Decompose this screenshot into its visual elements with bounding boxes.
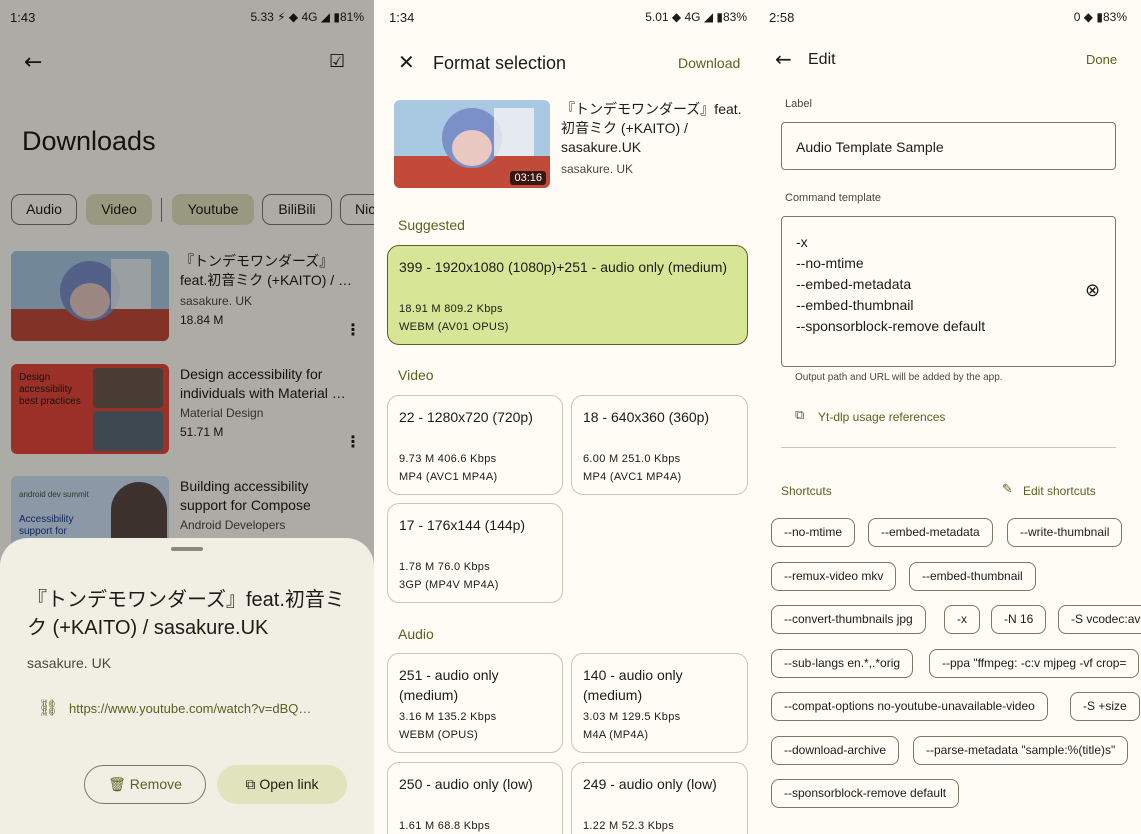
shortcut-chip[interactable]: --parse-metadata "sample:%(title)s" [913,736,1129,765]
command-line: -x [796,234,808,250]
status-indicators: 0 ◆ ▮83% [1073,10,1127,24]
format-card[interactable]: 22 - 1280x720 (720p) 9.73 M 406.6 Kbps M… [387,395,563,495]
status-bar: 2:58 0 ◆ ▮83% [761,0,1141,34]
status-time: 1:34 [389,10,415,25]
helper-text: Output path and URL will be added by the… [795,372,1003,383]
open-link-button[interactable]: ⧉ Open link [217,765,347,804]
format-card[interactable]: 18 - 640x360 (360p) 6.00 M 251.0 Kbps MP… [571,395,748,495]
done-button[interactable]: Done [1086,52,1117,67]
format-title: 18 - 640x360 (360p) [583,409,710,425]
back-arrow-icon[interactable]: ← [775,49,792,69]
status-bar: 1:34 5.01 ◆ 4G ◢ ▮83% [374,0,761,34]
format-codec: MP4 (AVC1 MP4A) [583,471,682,483]
command-text: -x --no-mtime --embed-metadata --embed-t… [796,232,985,337]
format-codec: MP4 (AVC1 MP4A) [399,471,498,483]
format-card[interactable]: 140 - audio only (medium) 3.03 M 129.5 K… [571,653,748,753]
section-video: Video [398,367,434,383]
shortcuts-header: Shortcuts [781,484,832,498]
link-icon: ⛓ [38,698,59,717]
section-suggested: Suggested [398,217,465,233]
shortcut-chip[interactable]: -S +size [1070,692,1140,721]
format-title: 250 - audio only (low) [399,776,533,792]
format-card[interactable]: 17 - 176x144 (144p) 1.78 M 76.0 Kbps 3GP… [387,503,563,603]
bottom-sheet: 『トンデモワンダーズ』feat.初音ミク (+KAITO) / sasakure… [0,538,374,834]
video-channel: sasakure. UK [561,162,634,176]
format-card[interactable]: 250 - audio only (low) 1.61 M 68.8 Kbps [387,762,563,834]
format-title: 249 - audio only (low) [583,776,717,792]
page-title: Edit [808,51,836,68]
video-title: 『トンデモワンダーズ』feat.初音ミク (+KAITO) / sasakure… [561,101,742,155]
shortcut-chip[interactable]: --embed-metadata [868,518,993,547]
format-card[interactable]: 251 - audio only (medium) 3.16 M 135.2 K… [387,653,563,753]
format-size: 3.03 M 129.5 Kbps [583,711,681,723]
shortcut-chip[interactable]: --convert-thumbnails jpg [771,605,926,634]
status-time: 2:58 [769,10,795,25]
edit-shortcuts-button[interactable]: Edit shortcuts [1023,484,1096,498]
format-size: 9.73 M 406.6 Kbps [399,453,497,465]
format-card-suggested[interactable]: 399 - 1920x1080 (1080p)+251 - audio only… [387,245,748,345]
shortcut-chip[interactable]: --sub-langs en.*,.*orig [771,649,914,678]
command-line: --embed-thumbnail [796,297,914,313]
shortcut-chip[interactable]: --ppa "ffmpeg: -c:v mjpeg -vf crop= [929,649,1140,678]
sheet-channel: sasakure. UK [27,655,112,671]
format-codec: M4A (MP4A) [583,729,649,741]
label-caption: Label [785,98,812,110]
command-line: --sponsorblock-remove default [796,318,986,334]
usage-references-link[interactable]: Yt-dlp usage references [818,410,945,424]
remove-label: Remove [129,776,182,792]
divider [781,447,1116,448]
format-title: 399 - 1920x1080 (1080p)+251 - audio only… [399,259,728,275]
shortcut-chip[interactable]: --compat-options no-youtube-unavailable-… [771,692,1048,721]
sheet-title: 『トンデモワンダーズ』feat.初音ミク (+KAITO) / sasakure… [27,589,345,639]
format-title: 140 - audio only (medium) [583,667,683,703]
duration-badge: 03:16 [510,171,546,185]
drag-handle[interactable] [171,547,203,551]
format-title: 22 - 1280x720 (720p) [399,409,533,425]
command-caption: Command template [785,192,881,204]
video-url-link[interactable]: https://www.youtube.com/watch?v=dBQ… [69,701,311,716]
command-line: --embed-metadata [796,276,912,292]
edit-template-screen: 2:58 0 ◆ ▮83% ← Edit Done Label Audio Te… [761,0,1141,834]
format-title: 17 - 176x144 (144p) [399,517,526,533]
command-line: --no-mtime [796,255,864,271]
label-field[interactable]: Audio Template Sample [781,122,1116,170]
trash-icon: 🗑 [108,777,126,793]
shortcut-chip[interactable]: -x [944,605,980,634]
shortcut-chip[interactable]: --download-archive [771,736,900,765]
shortcut-chip[interactable]: --embed-thumbnail [909,562,1036,591]
download-button[interactable]: Download [678,55,740,71]
command-template-field[interactable]: -x --no-mtime --embed-metadata --embed-t… [781,216,1116,367]
format-selection-screen: 1:34 5.01 ◆ 4G ◢ ▮83% ✕ Format selection… [374,0,761,834]
clear-icon[interactable]: ⊗ [1085,282,1100,300]
status-indicators: 5.01 ◆ 4G ◢ ▮83% [645,10,747,24]
format-title: 251 - audio only (medium) [399,667,499,703]
shortcut-chip[interactable]: --remux-video mkv [771,562,897,591]
open-link-label: Open link [259,776,319,792]
format-codec: WEBM (OPUS) [399,729,479,741]
format-size: 1.78 M 76.0 Kbps [399,561,491,573]
format-codec: 3GP (MP4V MP4A) [399,579,499,591]
edit-pencil-icon: ✎ [1002,482,1013,497]
format-size: 1.61 M 68.8 Kbps [399,820,491,832]
format-size: 6.00 M 251.0 Kbps [583,453,681,465]
video-thumbnail: 03:16 [394,100,550,188]
label-value: Audio Template Sample [796,139,944,155]
format-size: 1.22 M 52.3 Kbps [583,820,675,832]
shortcut-chip[interactable]: -S vcodec:av [1058,605,1141,634]
page-title: Format selection [433,53,567,73]
shortcut-chip[interactable]: -N 16 [991,605,1047,634]
open-in-new-icon: ⧉ [245,777,256,793]
remove-button[interactable]: 🗑 Remove [84,765,206,804]
section-audio: Audio [398,626,434,642]
shortcut-chip[interactable]: --no-mtime [771,518,856,547]
format-size: 3.16 M 135.2 Kbps [399,711,497,723]
shortcut-chip[interactable]: --write-thumbnail [1007,518,1123,547]
shortcut-chip[interactable]: --sponsorblock-remove default [771,779,960,808]
format-card[interactable]: 249 - audio only (low) 1.22 M 52.3 Kbps [571,762,748,834]
format-size: 18.91 M 809.2 Kbps [399,303,503,315]
close-icon[interactable]: ✕ [398,52,415,72]
format-codec: WEBM (AV01 OPUS) [399,321,509,333]
downloads-screen: 1:43 5.33 ⚡ ◆ 4G ◢ ▮81% ← ☑ Downloads Au… [0,0,374,834]
open-in-new-icon: ⧉ [795,408,805,423]
